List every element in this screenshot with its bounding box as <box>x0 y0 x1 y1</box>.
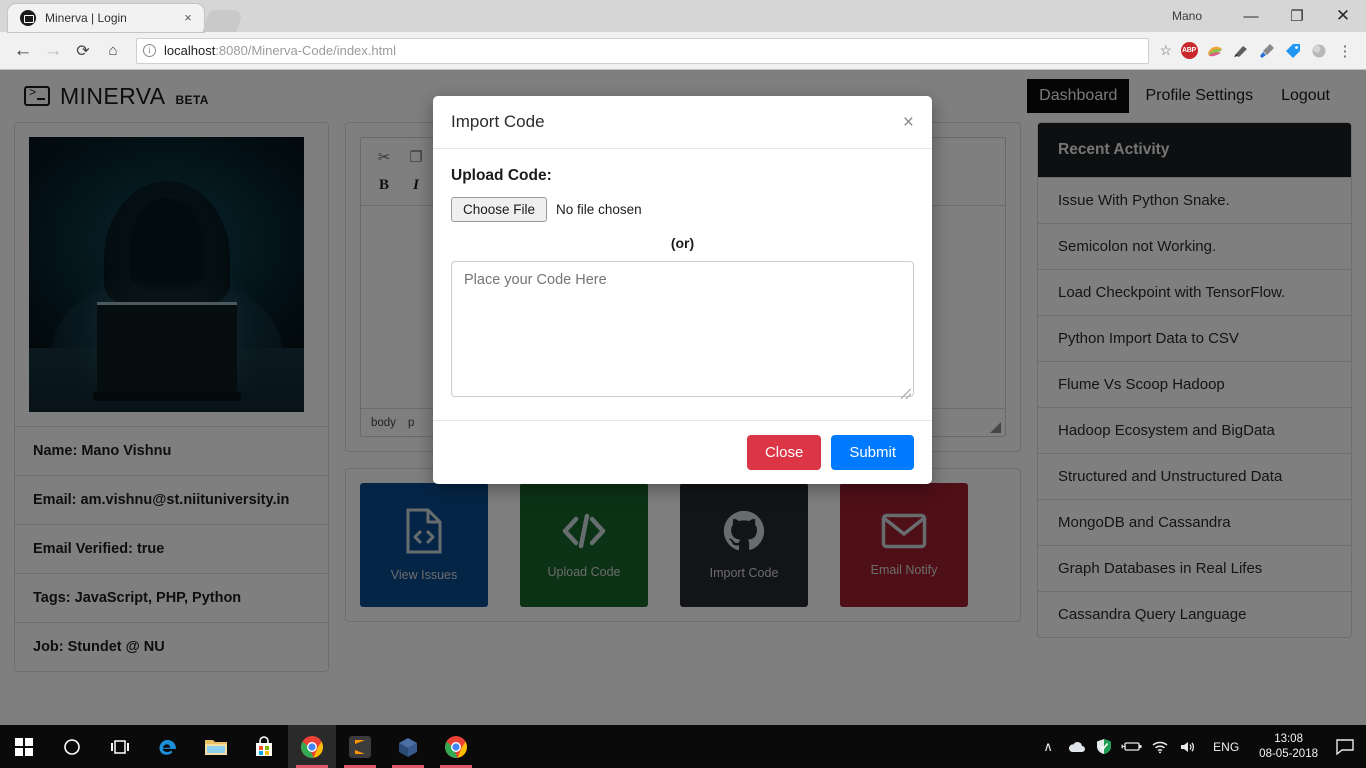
home-icon[interactable]: ⌂ <box>98 36 128 66</box>
grey-extension-icon[interactable] <box>1306 38 1332 64</box>
paint-extension-icon[interactable] <box>1228 38 1254 64</box>
volume-icon[interactable] <box>1175 725 1201 768</box>
minerva-favicon-icon <box>20 10 36 26</box>
tab-title: Minerva | Login <box>45 11 127 25</box>
clock[interactable]: 13:08 08-05-2018 <box>1251 732 1326 762</box>
system-tray: ∧ ENG 13:08 08-05-2018 <box>1035 725 1366 768</box>
or-separator: (or) <box>670 235 695 251</box>
adblock-plus-icon[interactable]: ABP <box>1176 38 1202 64</box>
url-host: localhost <box>164 43 216 58</box>
chrome-icon-2[interactable] <box>432 725 480 768</box>
browser-window: Minerva | Login × Mano — ❐ ✕ ← → ⟳ ⌂ i l… <box>0 0 1366 725</box>
action-center-icon[interactable] <box>1328 725 1362 768</box>
windows-defender-icon[interactable] <box>1091 725 1117 768</box>
start-button[interactable] <box>0 725 48 768</box>
modal-body: Upload Code: Choose File No file chosen … <box>433 149 932 420</box>
forward-icon[interactable]: → <box>38 36 68 66</box>
back-icon[interactable]: ← <box>8 36 38 66</box>
modal-footer: Close Submit <box>433 420 932 484</box>
sublime-text-icon[interactable] <box>336 725 384 768</box>
window-close-icon[interactable]: ✕ <box>1320 0 1366 32</box>
bookmark-star-icon[interactable]: ☆ <box>1159 42 1172 59</box>
close-icon[interactable]: × <box>180 10 196 26</box>
chevron-up-icon[interactable]: ∧ <box>1035 725 1061 768</box>
tab-strip: Minerva | Login × Mano — ❐ ✕ <box>0 0 1366 32</box>
language-indicator[interactable]: ENG <box>1203 740 1249 754</box>
wifi-icon[interactable] <box>1147 725 1173 768</box>
clock-time: 13:08 <box>1274 732 1303 745</box>
close-button[interactable]: Close <box>746 435 822 470</box>
maximize-icon[interactable]: ❐ <box>1274 0 1320 32</box>
edge-icon[interactable] <box>144 725 192 768</box>
colorful-extension-icon[interactable] <box>1202 38 1228 64</box>
window-controls: Mano — ❐ ✕ <box>1172 0 1366 32</box>
browser-menu-icon[interactable]: ⋮ <box>1332 38 1358 64</box>
onedrive-icon[interactable] <box>1063 725 1089 768</box>
microsoft-store-icon[interactable] <box>240 725 288 768</box>
reload-icon[interactable]: ⟳ <box>68 36 98 66</box>
modal-header: Import Code × <box>433 96 932 149</box>
cortana-button[interactable] <box>48 725 96 768</box>
chrome-icon[interactable] <box>288 725 336 768</box>
code-textarea[interactable] <box>451 261 914 397</box>
browser-toolbar: ← → ⟳ ⌂ i localhost:8080/Minerva-Code/in… <box>0 32 1366 70</box>
file-explorer-icon[interactable] <box>192 725 240 768</box>
file-input-row: Choose File No file chosen <box>451 197 914 222</box>
clock-date: 08-05-2018 <box>1259 747 1318 760</box>
new-tab-button[interactable] <box>202 10 244 32</box>
upload-code-label: Upload Code: <box>451 167 552 184</box>
battery-icon[interactable] <box>1119 725 1145 768</box>
textarea-resize-grip-icon[interactable] <box>901 389 911 399</box>
import-code-modal: Import Code × Upload Code: Choose File N… <box>433 96 932 484</box>
modal-title: Import Code <box>451 112 545 131</box>
eyedropper-extension-icon[interactable] <box>1254 38 1280 64</box>
windows-taskbar: ∧ ENG 13:08 08-05-2018 <box>0 725 1366 768</box>
url-text: localhost:8080/Minerva-Code/index.html <box>164 43 396 58</box>
info-circle-icon[interactable]: i <box>143 44 156 57</box>
tag-extension-icon[interactable] <box>1280 38 1306 64</box>
minimize-icon[interactable]: — <box>1228 0 1274 32</box>
address-bar[interactable]: i localhost:8080/Minerva-Code/index.html <box>136 37 1150 64</box>
browser-tab[interactable]: Minerva | Login × <box>8 4 204 32</box>
submit-button[interactable]: Submit <box>831 435 914 470</box>
task-view-button[interactable] <box>96 725 144 768</box>
close-icon[interactable]: × <box>903 113 914 132</box>
code-textarea-wrap <box>451 261 914 402</box>
file-status-label: No file chosen <box>556 202 642 217</box>
url-path: :8080/Minerva-Code/index.html <box>215 43 396 58</box>
page-viewport: MINERVA BETA Dashboard Profile Settings … <box>0 70 1366 725</box>
window-user-label: Mano <box>1171 9 1202 23</box>
virtualbox-icon[interactable] <box>384 725 432 768</box>
choose-file-button[interactable]: Choose File <box>451 197 548 222</box>
